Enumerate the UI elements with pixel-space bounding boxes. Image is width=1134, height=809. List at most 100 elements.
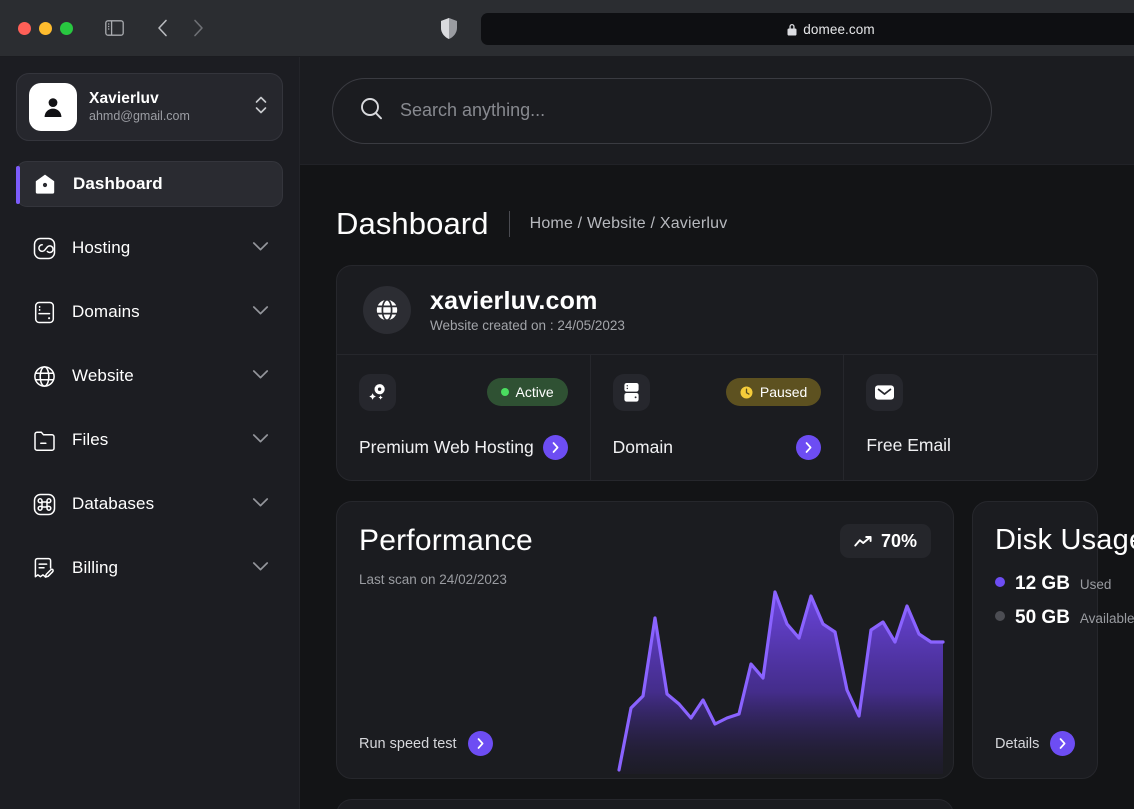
minimize-window-button[interactable] bbox=[39, 21, 52, 35]
chevron-right-icon[interactable] bbox=[542, 435, 568, 460]
sidebar-item-files[interactable]: Files bbox=[16, 417, 283, 463]
avatar bbox=[29, 83, 77, 131]
close-window-button[interactable] bbox=[18, 21, 31, 35]
status-label: Paused bbox=[759, 384, 808, 400]
chevron-down-icon[interactable] bbox=[252, 239, 269, 257]
folder-icon bbox=[32, 428, 56, 452]
invoice-edit-icon bbox=[32, 556, 56, 580]
disk-details-label: Details bbox=[995, 735, 1040, 752]
server-icon bbox=[32, 300, 56, 324]
header-divider bbox=[508, 211, 510, 237]
sidebar-toggle-icon[interactable] bbox=[99, 13, 129, 43]
sidebar-item-hosting[interactable]: Hosting bbox=[16, 225, 283, 271]
page-header: Dashboard Home / Website / Xavierluv bbox=[336, 191, 1098, 257]
service-tiles: Active Premium Web Hosting Paused Domain… bbox=[337, 354, 1097, 480]
disk-details-action[interactable]: Details bbox=[995, 731, 1076, 756]
trend-up-icon bbox=[854, 535, 872, 548]
sidebar-item-label: Domains bbox=[72, 302, 140, 321]
chevron-down-icon[interactable] bbox=[252, 367, 269, 385]
url-text: domee.com bbox=[803, 21, 875, 37]
sidebar-item-label: Dashboard bbox=[73, 174, 163, 193]
tile-top: Paused bbox=[612, 373, 822, 411]
search-icon bbox=[359, 96, 384, 126]
disk-usage-card: Disk Usage 12 GB Used 50 GB Available De… bbox=[972, 501, 1134, 779]
tile-top bbox=[866, 373, 1075, 411]
sidebar-item-domains[interactable]: Domains bbox=[16, 289, 283, 335]
partial-card-below bbox=[336, 799, 954, 809]
chevron-up-down-icon[interactable] bbox=[254, 93, 270, 122]
browser-chrome: domee.com bbox=[0, 0, 1134, 57]
chevron-left-icon[interactable] bbox=[147, 13, 177, 43]
legend-item-used: 12 GB Used bbox=[995, 573, 1111, 595]
chevron-down-icon[interactable] bbox=[252, 431, 269, 449]
legend-key: Used bbox=[1079, 577, 1112, 592]
service-tile-domain[interactable]: Paused Domain bbox=[591, 355, 845, 480]
legend-key: Available bbox=[1079, 611, 1134, 626]
hosting-badge-icon bbox=[359, 373, 396, 411]
sidebar-item-billing[interactable]: Billing bbox=[16, 545, 283, 591]
next-row bbox=[336, 799, 1098, 809]
chevron-right-icon[interactable] bbox=[1050, 731, 1076, 756]
address-bar[interactable]: domee.com bbox=[481, 13, 1134, 45]
tile-label: Free Email bbox=[866, 435, 951, 455]
command-icon bbox=[32, 492, 56, 516]
legend-value: 50 GB bbox=[1015, 607, 1070, 628]
status-label: Active bbox=[515, 384, 554, 400]
maximize-window-button[interactable] bbox=[60, 21, 73, 35]
performance-header: Performance Last scan on 24/02/2023 70% bbox=[337, 502, 953, 587]
sidebar-nav: Dashboard Hosting Domains Website Files … bbox=[16, 161, 283, 591]
sidebar-item-label: Files bbox=[72, 430, 109, 449]
main-content: Dashboard Home / Website / Xavierluv bbox=[300, 57, 1134, 809]
sidebar-item-label: Billing bbox=[72, 558, 119, 577]
clock-icon bbox=[740, 386, 753, 399]
tile-bottom: Premium Web Hosting bbox=[359, 435, 568, 460]
browser-navigation bbox=[147, 13, 213, 43]
top-bar bbox=[300, 57, 1134, 165]
shield-icon[interactable] bbox=[440, 17, 458, 45]
chevron-down-icon[interactable] bbox=[252, 559, 269, 577]
performance-subtitle: Last scan on 24/02/2023 bbox=[359, 572, 507, 587]
service-tile-email[interactable]: Free Email bbox=[844, 355, 1097, 480]
tile-bottom: Free Email bbox=[866, 435, 1075, 456]
tile-label: Premium Web Hosting bbox=[359, 437, 534, 457]
status-dot bbox=[500, 388, 509, 396]
sidebar-item-website[interactable]: Website bbox=[16, 353, 283, 399]
performance-title-block: Performance Last scan on 24/02/2023 bbox=[359, 524, 533, 587]
site-card: xavierluv.com Website created on : 24/05… bbox=[336, 265, 1098, 481]
legend-dot-icon bbox=[995, 577, 1005, 587]
run-speed-test-label: Run speed test bbox=[359, 735, 457, 752]
sidebar-item-label: Databases bbox=[72, 494, 155, 513]
sidebar-item-databases[interactable]: Databases bbox=[16, 481, 283, 527]
site-name: xavierluv.com bbox=[430, 286, 598, 315]
search-bar[interactable] bbox=[332, 77, 992, 144]
dashboard-content: Dashboard Home / Website / Xavierluv xav… bbox=[300, 165, 1134, 809]
tile-label: Domain bbox=[612, 437, 673, 457]
chevron-right-icon[interactable] bbox=[467, 731, 493, 756]
performance-score: 70% bbox=[880, 530, 917, 551]
breadcrumb: Home / Website / Xavierluv bbox=[529, 215, 728, 232]
run-speed-test-action[interactable]: Run speed test bbox=[359, 731, 493, 756]
mail-icon bbox=[866, 373, 904, 411]
status-badge: Paused bbox=[725, 378, 822, 406]
chevron-down-icon[interactable] bbox=[252, 303, 269, 321]
metrics-row: Performance Last scan on 24/02/2023 70% bbox=[336, 501, 1134, 779]
profile-name: Xavierluv bbox=[89, 89, 159, 107]
search-input[interactable] bbox=[400, 100, 965, 121]
globe-icon bbox=[32, 364, 56, 388]
account-switcher[interactable]: Xavierluv ahmd@gmail.com bbox=[16, 73, 283, 141]
disk-usage-legend: 12 GB Used 50 GB Available bbox=[973, 557, 1134, 629]
tile-top: Active bbox=[359, 373, 568, 411]
service-tile-hosting[interactable]: Active Premium Web Hosting bbox=[337, 355, 591, 480]
app-window: Xavierluv ahmd@gmail.com Dashboard Hosti… bbox=[0, 57, 1134, 809]
chevron-right-icon[interactable] bbox=[183, 13, 213, 43]
sidebar-item-dashboard[interactable]: Dashboard bbox=[16, 161, 283, 207]
profile-text: Xavierluv ahmd@gmail.com bbox=[89, 89, 242, 126]
status-badge: Active bbox=[486, 378, 568, 406]
sidebar-item-label: Hosting bbox=[72, 238, 131, 257]
chevron-right-icon[interactable] bbox=[796, 435, 822, 460]
performance-title: Performance bbox=[359, 524, 533, 557]
server-icon bbox=[612, 373, 650, 411]
chevron-down-icon[interactable] bbox=[252, 495, 269, 513]
site-info: xavierluv.com Website created on : 24/05… bbox=[430, 287, 625, 334]
globe-filled-icon bbox=[363, 286, 411, 334]
